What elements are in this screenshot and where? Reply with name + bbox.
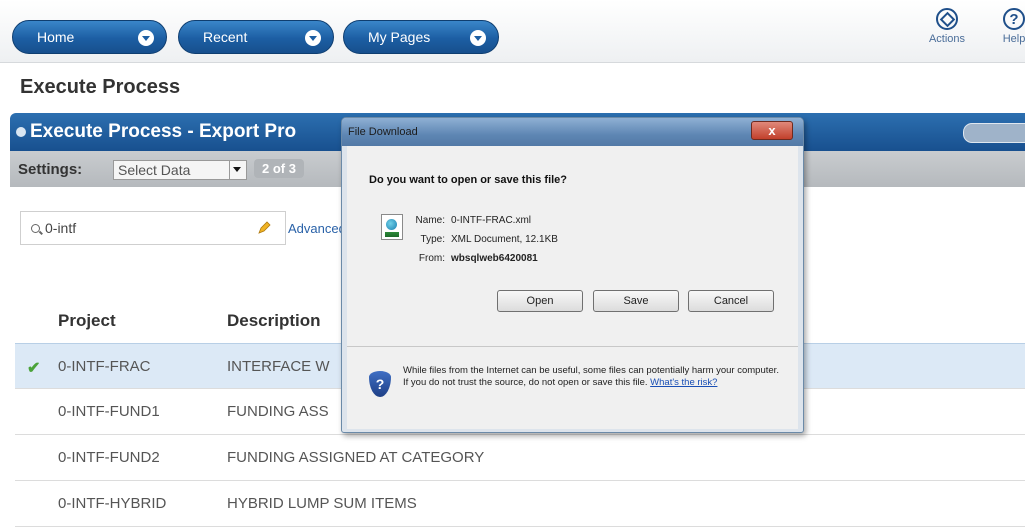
xml-file-icon bbox=[381, 214, 403, 240]
select-data-dropdown[interactable]: Select Data bbox=[113, 160, 247, 180]
dropdown-arrow-icon bbox=[229, 161, 246, 179]
description-cell: FUNDING ASS bbox=[227, 403, 329, 420]
pencil-icon[interactable] bbox=[257, 221, 271, 235]
description-cell: FUNDING ASSIGNED AT CATEGORY bbox=[227, 449, 485, 466]
security-warning-text: While files from the Internet can be use… bbox=[403, 365, 779, 388]
my-pages-menu-button[interactable]: My Pages bbox=[343, 20, 499, 54]
project-cell: 0-INTF-HYBRID bbox=[58, 495, 167, 512]
project-cell: 0-INTF-FUND2 bbox=[58, 449, 160, 466]
project-cell: 0-INTF-FUND1 bbox=[58, 403, 160, 420]
project-cell: 0-INTF-FRAC bbox=[58, 358, 151, 375]
dialog-footer: ? While files from the Internet can be u… bbox=[347, 347, 798, 429]
search-icon bbox=[31, 224, 40, 233]
column-header-project[interactable]: Project bbox=[58, 311, 116, 331]
help-label: Help bbox=[1002, 33, 1025, 45]
settings-label: Settings: bbox=[18, 161, 83, 178]
file-from-value: wbsqlweb6420081 bbox=[451, 253, 538, 264]
dialog-title[interactable]: File Download bbox=[342, 118, 803, 146]
file-from-label: From: bbox=[418, 253, 445, 264]
description-cell: INTERFACE W bbox=[227, 358, 330, 375]
chevron-down-icon bbox=[470, 30, 486, 46]
table-row[interactable]: 0-INTF-HYBRID HYBRID LUMP SUM ITEMS bbox=[15, 481, 1025, 527]
recent-label: Recent bbox=[203, 29, 248, 45]
shield-warning-icon: ? bbox=[369, 371, 391, 397]
select-data-value: Select Data bbox=[118, 162, 191, 178]
actions-icon bbox=[936, 8, 958, 30]
collapse-icon[interactable] bbox=[16, 126, 26, 137]
chevron-down-icon bbox=[138, 30, 154, 46]
close-button[interactable]: x bbox=[751, 121, 793, 140]
actions-button[interactable]: Actions bbox=[922, 8, 972, 45]
column-header-description[interactable]: Description bbox=[227, 311, 321, 331]
top-nav-bar: Home Recent My Pages Actions ? Help bbox=[0, 0, 1025, 63]
description-cell: HYBRID LUMP SUM ITEMS bbox=[227, 495, 417, 512]
table-row[interactable]: 0-INTF-FUND2 FUNDING ASSIGNED AT CATEGOR… bbox=[15, 435, 1025, 481]
home-menu-button[interactable]: Home bbox=[12, 20, 167, 54]
dialog-body: Do you want to open or save this file? N… bbox=[347, 146, 798, 346]
open-button[interactable]: Open bbox=[497, 290, 583, 312]
security-warning: While files from the Internet can be use… bbox=[403, 365, 783, 389]
help-icon: ? bbox=[1003, 8, 1025, 30]
checkmark-icon: ✔ bbox=[27, 360, 41, 377]
my-pages-label: My Pages bbox=[368, 29, 431, 45]
file-name-label: Name: bbox=[415, 215, 445, 226]
file-name-value: 0-INTF-FRAC.xml bbox=[451, 215, 531, 226]
page-indicator: 2 of 3 bbox=[254, 159, 304, 178]
chevron-down-icon bbox=[305, 30, 321, 46]
file-type-label: Type: bbox=[420, 234, 445, 245]
search-input[interactable]: 0-intf bbox=[20, 211, 286, 245]
home-label: Home bbox=[37, 29, 75, 45]
panel-title: Execute Process - Export Pro bbox=[30, 121, 297, 142]
file-type-value: XML Document, 12.1KB bbox=[451, 234, 558, 245]
page-title: Execute Process bbox=[20, 76, 181, 98]
advanced-search-link[interactable]: Advanced bbox=[288, 221, 346, 236]
actions-label: Actions bbox=[928, 33, 966, 45]
file-download-dialog: File Download x Do you want to open or s… bbox=[341, 117, 804, 433]
help-button[interactable]: ? Help bbox=[994, 8, 1025, 45]
dialog-question: Do you want to open or save this file? bbox=[369, 174, 568, 186]
save-button[interactable]: Save bbox=[593, 290, 679, 312]
search-value: 0-intf bbox=[45, 220, 77, 236]
panel-action-button[interactable] bbox=[963, 123, 1025, 143]
cancel-button[interactable]: Cancel bbox=[688, 290, 774, 312]
whats-the-risk-link[interactable]: What's the risk? bbox=[650, 377, 717, 388]
recent-menu-button[interactable]: Recent bbox=[178, 20, 334, 54]
